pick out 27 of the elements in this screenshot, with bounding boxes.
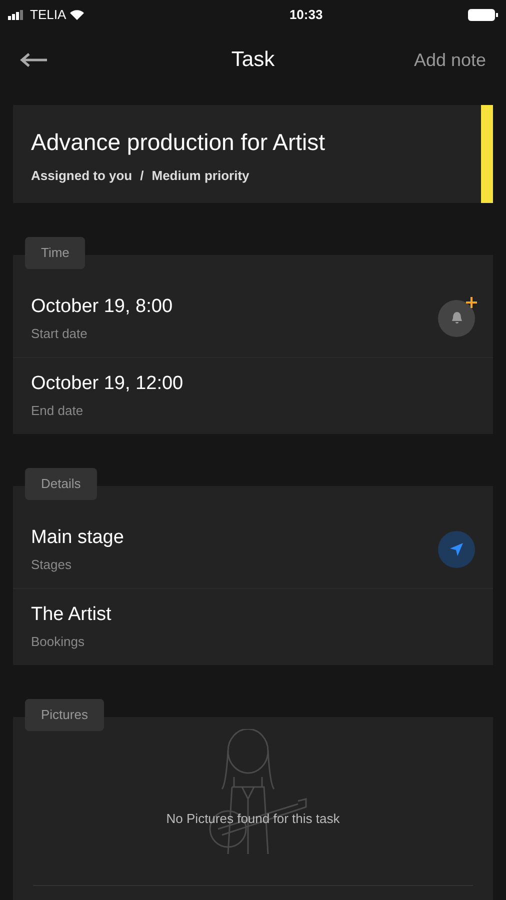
row-subtitle: Start date (31, 324, 88, 342)
row-subtitle: End date (31, 402, 84, 420)
signal-icon (8, 10, 26, 20)
clock-time: 10:33 (289, 6, 323, 24)
carrier-name: TELIA (30, 6, 66, 24)
row-subtitle: Stages (31, 556, 72, 574)
battery-icon (468, 9, 498, 21)
back-arrow-icon (20, 53, 48, 67)
back-button[interactable] (20, 53, 48, 67)
assignee-label: Assigned to you (31, 166, 132, 185)
task-title: Advance production for Artist (31, 128, 326, 157)
row-title: The Artist (31, 603, 112, 627)
plus-icon (466, 296, 477, 308)
row-title: October 19, 8:00 (31, 295, 173, 319)
priority-label: Medium priority (152, 166, 250, 185)
bell-icon (450, 311, 464, 325)
row-title: October 19, 12:00 (31, 372, 184, 396)
separator: / (140, 166, 144, 184)
row-subtitle: Bookings (31, 632, 86, 651)
location-arrow-icon (449, 542, 464, 556)
empty-message: No Pictures found for this task (165, 810, 341, 828)
add-note-button[interactable]: Add note (414, 46, 486, 74)
add-reminder-button[interactable] (438, 300, 475, 336)
page-title: Task (231, 47, 275, 74)
row-title: Main stage (31, 526, 124, 550)
wifi-icon (70, 10, 84, 20)
navigate-button[interactable] (438, 530, 475, 568)
